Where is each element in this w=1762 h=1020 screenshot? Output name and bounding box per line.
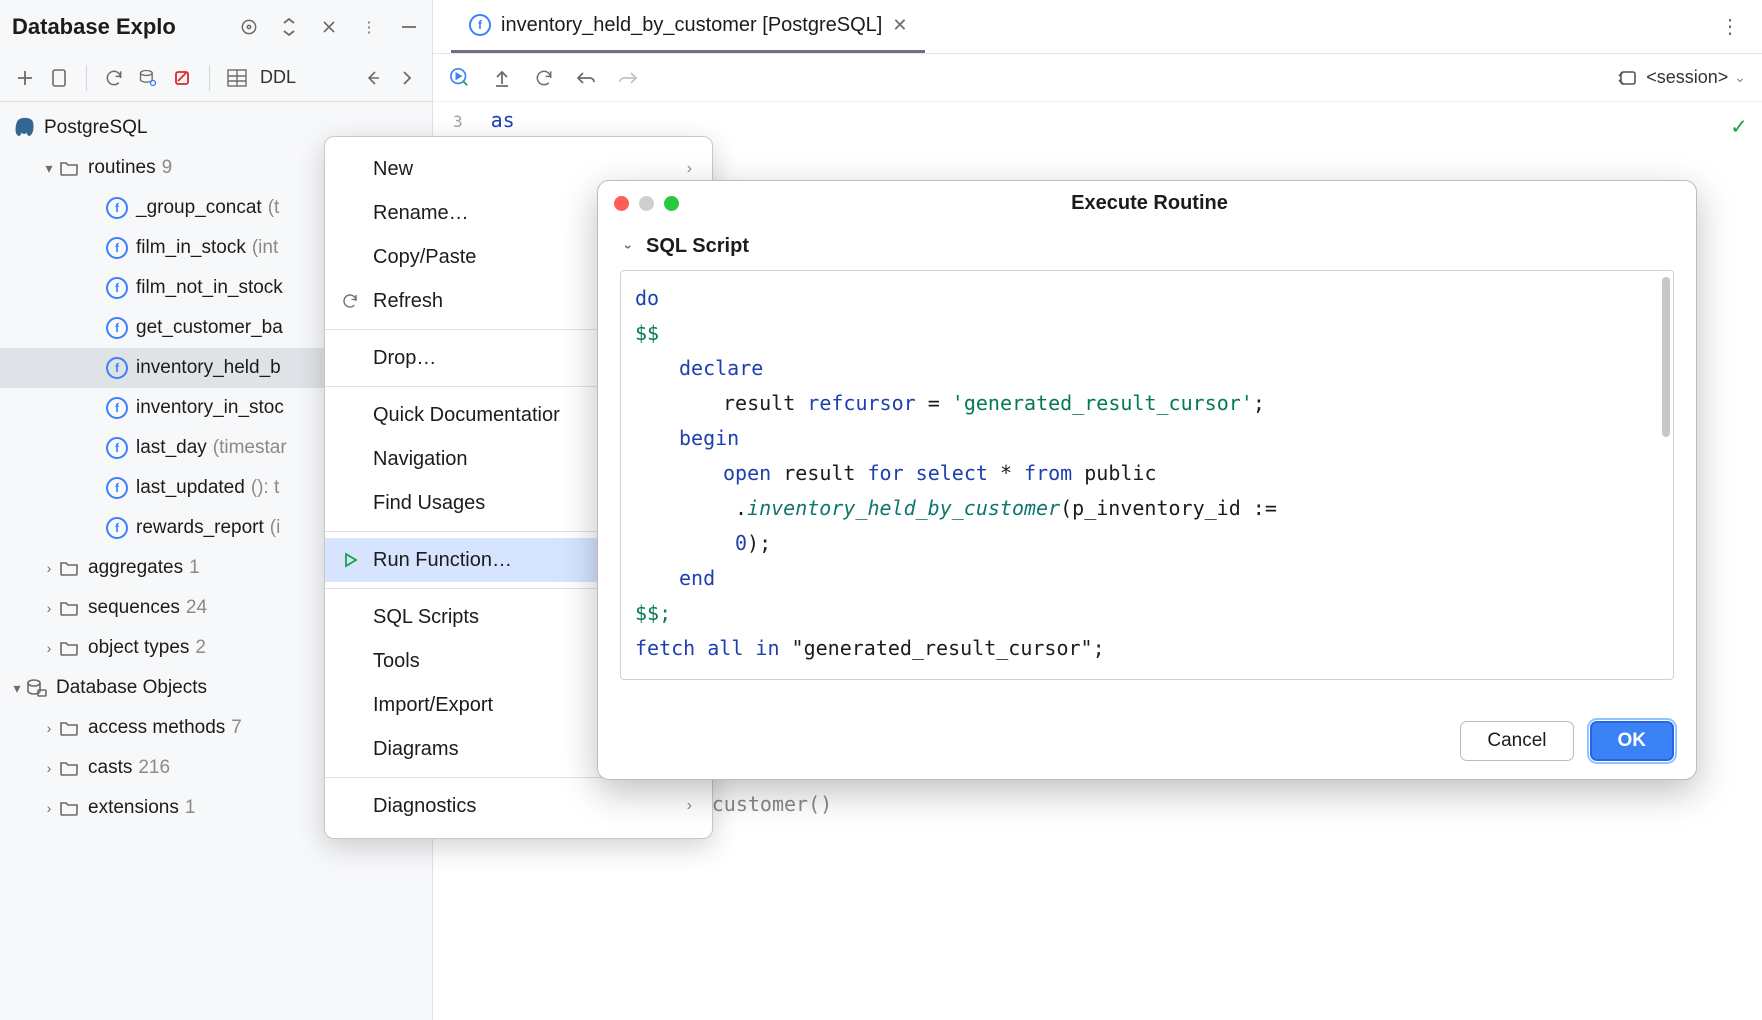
db-objects-icon — [26, 677, 48, 699]
function-icon: f — [106, 517, 128, 539]
function-icon: f — [469, 14, 491, 36]
ok-button[interactable]: OK — [1590, 721, 1675, 761]
window-minimize-icon[interactable] — [639, 196, 654, 211]
function-icon: f — [106, 237, 128, 259]
chevron-right-icon: › — [40, 600, 58, 616]
tab-label: inventory_held_by_customer [PostgreSQL] — [501, 14, 882, 37]
upload-icon[interactable] — [491, 67, 513, 89]
function-icon: f — [106, 437, 128, 459]
function-icon: f — [106, 317, 128, 339]
undo-icon[interactable] — [575, 67, 597, 89]
more-icon[interactable]: ⋮ — [358, 16, 380, 38]
execute-routine-dialog: Execute Routine › SQL Script do $$ decla… — [597, 180, 1697, 780]
session-picker[interactable]: <session> ⌄ — [1618, 67, 1746, 88]
session-icon[interactable] — [48, 67, 70, 89]
menu-diagnostics[interactable]: Diagnostics› — [325, 784, 712, 828]
sql-script-editor[interactable]: do $$ declare result refcursor = 'genera… — [620, 270, 1674, 680]
expand-collapse-icon[interactable] — [278, 16, 300, 38]
editor-body[interactable]: ✓ 3as finventory_held_by_customer() — [433, 102, 1762, 138]
window-zoom-icon[interactable] — [664, 196, 679, 211]
dialog-title: Execute Routine — [679, 192, 1620, 215]
nav-forward-icon[interactable] — [396, 67, 418, 89]
editor-toolbar: <session> ⌄ — [433, 54, 1762, 102]
minimize-icon[interactable] — [398, 16, 420, 38]
chevron-down-icon: ⌄ — [1734, 69, 1746, 86]
add-icon[interactable] — [14, 67, 36, 89]
table-icon[interactable] — [226, 67, 248, 89]
window-close-icon[interactable] — [614, 196, 629, 211]
chevron-right-icon: › — [687, 797, 692, 815]
sql-script-section-header[interactable]: › SQL Script — [620, 235, 1674, 258]
run-routine-icon[interactable] — [449, 67, 471, 89]
editor-tab-bar: f inventory_held_by_customer [PostgreSQL… — [433, 0, 1762, 54]
chevron-right-icon: › — [40, 760, 58, 776]
function-icon: f — [106, 397, 128, 419]
editor-tab[interactable]: f inventory_held_by_customer [PostgreSQL… — [451, 0, 925, 53]
chevron-right-icon: › — [40, 640, 58, 656]
close-tab-icon[interactable]: ✕ — [892, 15, 907, 36]
check-icon: ✓ — [1732, 112, 1746, 140]
ddl-label[interactable]: DDL — [260, 67, 296, 88]
redo-icon[interactable] — [617, 67, 639, 89]
chevron-right-icon: › — [40, 720, 58, 736]
function-icon: f — [106, 477, 128, 499]
folder-icon — [58, 757, 80, 779]
function-icon: f — [106, 197, 128, 219]
chevron-down-icon: ▾ — [40, 160, 58, 177]
chevron-down-icon: › — [621, 238, 637, 256]
folder-icon — [58, 637, 80, 659]
stop-icon[interactable] — [171, 67, 193, 89]
folder-icon — [58, 157, 80, 179]
datasource-props-icon[interactable] — [137, 67, 159, 89]
dialog-titlebar: Execute Routine — [598, 181, 1696, 225]
refresh-icon — [339, 292, 361, 310]
chevron-down-icon: ▾ — [8, 680, 26, 697]
close-panel-icon[interactable] — [318, 16, 340, 38]
function-icon: f — [106, 277, 128, 299]
chevron-right-icon: › — [40, 560, 58, 576]
refresh-icon[interactable] — [103, 67, 125, 89]
target-icon[interactable] — [238, 16, 260, 38]
scrollbar[interactable] — [1662, 277, 1670, 437]
play-icon — [339, 552, 361, 568]
folder-icon — [58, 557, 80, 579]
cancel-button[interactable]: Cancel — [1460, 721, 1573, 761]
sidebar-toolbar: DDL — [0, 54, 432, 102]
tab-more-icon[interactable]: ⋮ — [1720, 14, 1740, 39]
panel-title: Database Explo — [12, 14, 238, 40]
chevron-right-icon: › — [687, 160, 692, 178]
chevron-right-icon: › — [40, 800, 58, 816]
nav-back-icon[interactable] — [362, 67, 384, 89]
folder-icon — [58, 797, 80, 819]
refresh-editor-icon[interactable] — [533, 67, 555, 89]
folder-icon — [58, 717, 80, 739]
function-icon: f — [106, 357, 128, 379]
folder-icon — [58, 597, 80, 619]
